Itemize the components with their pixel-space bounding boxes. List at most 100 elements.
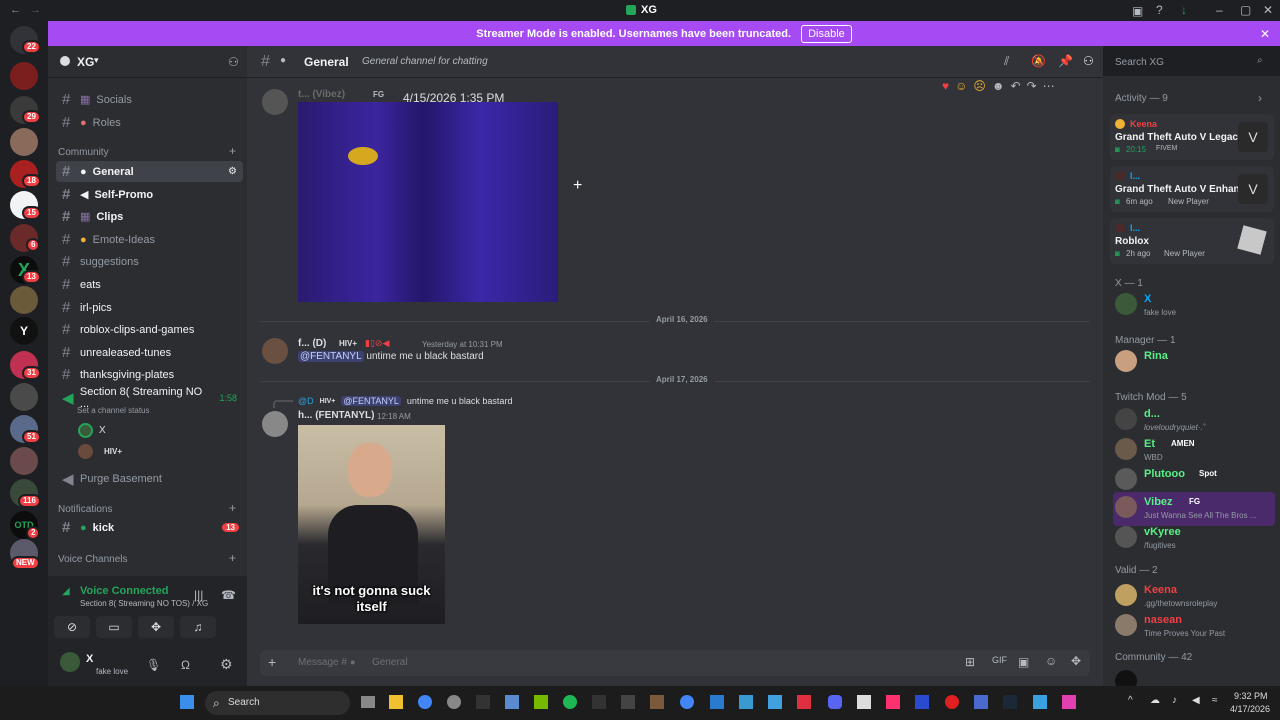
clock-date[interactable]: 4/17/2026 bbox=[1230, 704, 1270, 714]
channel-unreleased[interactable]: # unrealeased-tunes bbox=[56, 342, 243, 363]
mic-tray-icon[interactable]: ♪ bbox=[1172, 695, 1177, 706]
message-author[interactable]: f... (D) bbox=[298, 338, 326, 349]
message-author[interactable]: t... (Vibez) bbox=[298, 89, 345, 100]
server-icon[interactable] bbox=[10, 447, 38, 475]
avatar[interactable] bbox=[262, 89, 288, 115]
sticker-icon[interactable]: ▣ bbox=[1018, 655, 1029, 669]
member-row[interactable]: Xfake love bbox=[1113, 289, 1273, 323]
channel-roblox[interactable]: # roblox-clips-and-games bbox=[56, 319, 243, 340]
channel-irl-pics[interactable]: # irl-pics bbox=[56, 297, 243, 318]
mute-bell-icon[interactable]: 🔕 bbox=[1031, 54, 1046, 68]
server-icon[interactable]: Y bbox=[10, 317, 38, 345]
member-row[interactable] bbox=[1113, 666, 1273, 692]
server-header[interactable]: XG ▾ ⚇ bbox=[48, 46, 247, 78]
app-icon[interactable] bbox=[915, 695, 929, 709]
message-image[interactable] bbox=[298, 102, 558, 302]
activity-header[interactable]: Activity — 9 bbox=[1115, 93, 1168, 104]
settings-app-icon[interactable] bbox=[505, 695, 519, 709]
close-icon[interactable]: ✕ bbox=[1263, 3, 1273, 17]
channel-eats[interactable]: # eats bbox=[56, 274, 243, 295]
noise-icon[interactable]: ||| bbox=[194, 588, 203, 602]
volume-icon[interactable]: ◀ bbox=[1192, 695, 1200, 706]
gif-icon[interactable]: GIF bbox=[992, 655, 1007, 665]
category-community[interactable]: Community bbox=[58, 147, 109, 158]
user-mention[interactable]: @FENTANYL bbox=[298, 351, 364, 362]
member-row[interactable]: vKyree/fugitives bbox=[1113, 522, 1273, 556]
voice-user[interactable]: HIV+ bbox=[104, 447, 122, 456]
voice-channel-section8[interactable]: ◀ Section 8( Streaming NO ... 1:58 bbox=[56, 386, 243, 410]
app-icon[interactable] bbox=[739, 695, 753, 709]
channel-status[interactable]: Set a channel status bbox=[77, 406, 150, 415]
channel-socials[interactable]: # ▦ Socials bbox=[56, 89, 243, 110]
gift-icon[interactable]: ⊞ bbox=[965, 655, 975, 669]
screen-share-button[interactable]: ▭ bbox=[96, 616, 132, 638]
app-icon[interactable] bbox=[1033, 695, 1047, 709]
banner-close-icon[interactable]: ✕ bbox=[1260, 27, 1270, 41]
chrome-icon[interactable] bbox=[418, 695, 432, 709]
activities-button[interactable]: ✥ bbox=[138, 616, 174, 638]
camera-off-button[interactable]: ⊘ bbox=[54, 616, 90, 638]
app-icon[interactable] bbox=[768, 695, 782, 709]
add-channel-icon[interactable]: + bbox=[229, 144, 236, 158]
user-settings-icon[interactable]: ⚙ bbox=[220, 656, 233, 673]
app-icon[interactable] bbox=[1062, 695, 1076, 709]
member-row[interactable]: d... loveloudryquiet·.˚ bbox=[1113, 404, 1273, 438]
category-notifications[interactable]: Notifications bbox=[58, 504, 112, 515]
channel-clips[interactable]: # ▦ Clips bbox=[56, 206, 243, 227]
disconnect-icon[interactable]: ☎ bbox=[221, 588, 236, 602]
epic-games-icon[interactable] bbox=[592, 695, 606, 709]
channel-emote-ideas[interactable]: # ● Emote-Ideas bbox=[56, 229, 243, 250]
voice-channel-purge[interactable]: ◀ Purge Basement bbox=[56, 468, 243, 489]
download-icon[interactable]: ↓ bbox=[1181, 3, 1187, 17]
category-voice-channels[interactable]: Voice Channels bbox=[58, 554, 128, 565]
avatar[interactable] bbox=[262, 411, 288, 437]
cry-reaction-icon[interactable]: ☹ bbox=[973, 79, 986, 93]
member-row[interactable]: Et AMEN WBD bbox=[1113, 434, 1273, 468]
forward-icon[interactable]: ↷ bbox=[1027, 79, 1037, 93]
apps-icon[interactable]: ✥ bbox=[1071, 654, 1081, 668]
disable-button[interactable]: Disable bbox=[801, 24, 852, 43]
server-icon[interactable] bbox=[10, 62, 38, 90]
minecraft-icon[interactable] bbox=[650, 695, 664, 709]
attach-plus-icon[interactable]: + bbox=[268, 654, 276, 670]
member-list-icon[interactable]: ⚇ bbox=[1083, 54, 1094, 68]
activity-card[interactable]: I... Grand Theft Auto V Enhan... ◙ 6m ag… bbox=[1110, 166, 1274, 212]
spotify-icon[interactable] bbox=[563, 695, 577, 709]
nvidia-icon[interactable] bbox=[534, 695, 548, 709]
member-row[interactable]: Rina bbox=[1113, 346, 1273, 380]
forward-arrow-icon[interactable]: → bbox=[30, 4, 41, 16]
tiktok-icon[interactable] bbox=[886, 695, 900, 709]
app-icon[interactable] bbox=[797, 695, 811, 709]
chevron-right-icon[interactable]: › bbox=[1258, 91, 1262, 105]
message-author[interactable]: h... (FENTANYL) bbox=[298, 410, 374, 421]
emoji-icon[interactable]: ☺ bbox=[1045, 654, 1057, 668]
clock-time[interactable]: 9:32 PM bbox=[1234, 691, 1268, 701]
channel-topic[interactable]: General channel for chatting bbox=[362, 56, 488, 67]
avatar[interactable] bbox=[262, 338, 288, 364]
server-icon[interactable] bbox=[10, 128, 38, 156]
channel-suggestions[interactable]: # suggestions bbox=[56, 251, 243, 272]
settings-gear-icon[interactable]: ⚙ bbox=[228, 166, 237, 177]
maximize-icon[interactable]: ▢ bbox=[1240, 3, 1251, 17]
threads-icon[interactable]: ⫽ bbox=[1004, 54, 1009, 69]
server-icon[interactable] bbox=[10, 286, 38, 314]
channel-roles[interactable]: # ● Roles bbox=[56, 112, 243, 133]
minimize-icon[interactable]: – bbox=[1216, 3, 1223, 17]
app-icon[interactable] bbox=[945, 695, 959, 709]
taskbar-search[interactable]: ⌕ Search bbox=[205, 691, 350, 715]
channel-kick[interactable]: # ● kick 13 bbox=[56, 517, 243, 538]
add-reaction-icon[interactable]: ☻ bbox=[992, 79, 1005, 93]
channel-thanksgiving[interactable]: # thanksgiving-plates bbox=[56, 364, 243, 385]
windows-start-icon[interactable] bbox=[180, 695, 194, 709]
pin-icon[interactable]: 📌 bbox=[1058, 54, 1073, 68]
heart-reaction-icon[interactable]: ♥ bbox=[942, 79, 949, 93]
more-options-icon[interactable]: ⋯ bbox=[1043, 79, 1055, 93]
help-icon[interactable]: ? bbox=[1156, 3, 1163, 17]
tray-chevron-icon[interactable]: ^ bbox=[1128, 695, 1133, 706]
server-icon[interactable] bbox=[10, 383, 38, 411]
steam-icon[interactable] bbox=[1003, 695, 1017, 709]
headphones-icon[interactable]: Ω bbox=[181, 658, 190, 672]
app-icon[interactable] bbox=[621, 695, 635, 709]
avatar[interactable] bbox=[60, 652, 80, 672]
channel-general[interactable]: # ● General ⚙ bbox=[56, 161, 243, 182]
